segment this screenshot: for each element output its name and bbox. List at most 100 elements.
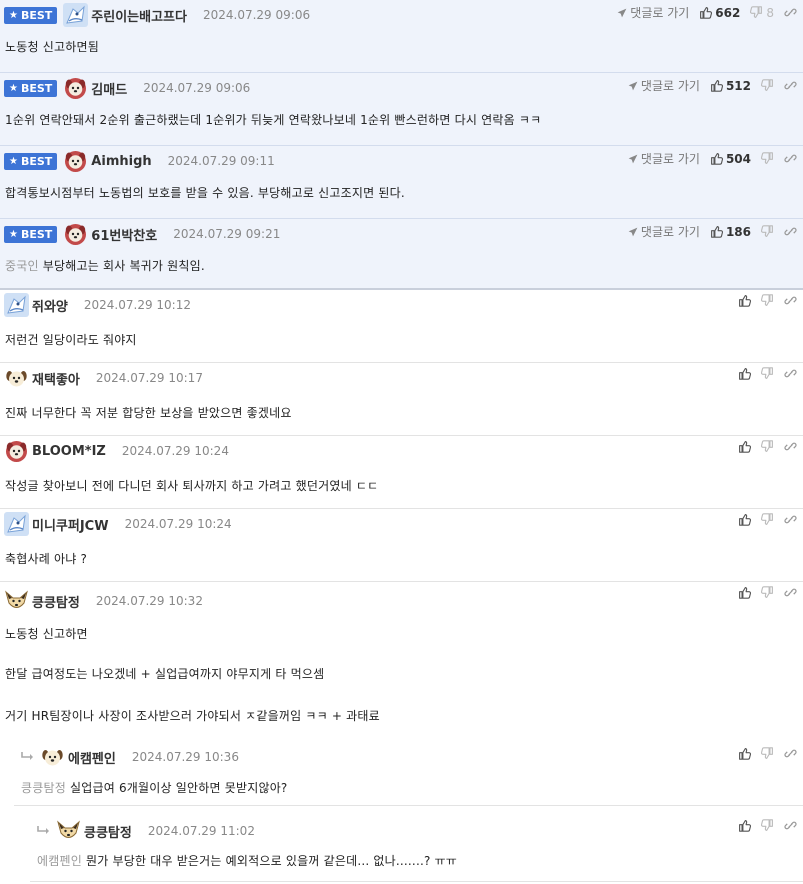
comment-actions	[738, 513, 797, 526]
star-icon: ★	[9, 82, 18, 94]
go-to-reply-link[interactable]: 댓글로 가기	[628, 150, 700, 167]
go-to-reply-link[interactable]: 댓글로 가기	[628, 223, 700, 240]
send-icon	[628, 227, 638, 237]
nickname[interactable]: 에캠펜인	[68, 748, 116, 767]
avatar[interactable]	[4, 589, 29, 613]
star-icon: ★	[9, 155, 18, 167]
link-icon[interactable]	[784, 79, 797, 92]
best-badge: ★ BEST	[4, 152, 58, 170]
comment-text: 중국인 부당해고는 회사 복귀가 원칙임.	[5, 259, 205, 273]
thumbs-up-icon[interactable]	[699, 6, 713, 19]
comment-header: 미니쿠퍼JCW 2024.07.29 10:24	[4, 509, 232, 539]
thumbs-up-icon[interactable]	[738, 586, 751, 599]
avatar[interactable]	[4, 293, 29, 317]
star-icon: ★	[9, 9, 18, 21]
comment-text-line: 거기 HR팀장이나 사장이 조사받으러 가야되서 ㅈ같을꺼임 ㅋㅋ + 과태료	[5, 709, 380, 723]
best-badge: ★ BEST	[4, 79, 58, 97]
comment-text: 저런건 일당이라도 줘야지	[5, 333, 137, 347]
link-icon[interactable]	[784, 152, 797, 165]
mention[interactable]: 킁킁탐정	[21, 781, 66, 795]
comment-actions	[738, 819, 797, 832]
comment-text: 작성글 찾아보니 전에 다니던 회사 퇴사까지 하고 가려고 했던거였네 ㄷㄷ	[5, 479, 379, 493]
nickname[interactable]: 김매드	[91, 79, 127, 98]
comment-date: 2024.07.29 10:36	[131, 750, 239, 764]
thumbs-down-icon[interactable]	[761, 747, 774, 760]
nickname[interactable]: 미니쿠퍼JCW	[32, 515, 109, 534]
link-icon[interactable]	[784, 586, 797, 599]
nickname[interactable]: 킁킁탐정	[32, 592, 80, 611]
link-icon[interactable]	[784, 440, 797, 453]
thumbs-up-icon[interactable]	[738, 294, 751, 307]
thumbs-down-icon[interactable]	[761, 440, 774, 453]
comment-date: 2024.07.29 10:24	[121, 444, 229, 458]
thumbs-up-icon[interactable]	[738, 513, 751, 526]
avatar[interactable]	[4, 439, 29, 463]
best-comment: ★ BEST 주린이는배고프다 2024.07.29 09:06 댓글로 가기 6…	[0, 0, 803, 73]
thumbs-down-icon[interactable]	[761, 367, 774, 380]
send-icon	[617, 8, 627, 18]
comment: 재택좋아 2024.07.29 10:17 진짜 너무한다 꼭 저분 합당한 보…	[0, 363, 803, 436]
go-to-reply-link[interactable]: 댓글로 가기	[628, 77, 700, 94]
comment-text: 에캠펜인 뭔가 부당한 대우 받은거는 예외적으로 있을꺼 같은데... 없나..…	[37, 854, 458, 868]
link-icon[interactable]	[784, 747, 797, 760]
best-comment: ★ BEST 61번박찬호 2024.07.29 09:21 댓글로 가기 186…	[0, 219, 803, 289]
like-count: 504	[725, 151, 751, 166]
thumbs-down-icon[interactable]	[761, 225, 774, 238]
avatar[interactable]	[63, 76, 88, 100]
link-icon[interactable]	[784, 367, 797, 380]
nickname[interactable]: 61번박찬호	[91, 225, 157, 244]
avatar[interactable]	[63, 222, 88, 246]
link-icon[interactable]	[784, 294, 797, 307]
mention[interactable]: 에캠펜인	[37, 854, 82, 868]
link-icon[interactable]	[784, 819, 797, 832]
thumbs-up-icon[interactable]	[738, 819, 751, 832]
nickname[interactable]: 킁킁탐정	[84, 822, 132, 841]
like-count: 186	[725, 224, 751, 239]
thumbs-up-icon[interactable]	[738, 747, 751, 760]
comment-date: 2024.07.29 10:32	[95, 594, 203, 608]
send-icon	[628, 154, 638, 164]
nickname[interactable]: 주린이는배고프다	[91, 6, 187, 25]
thumbs-up-icon[interactable]	[738, 367, 751, 380]
avatar[interactable]	[63, 149, 88, 173]
comment-text-line: 노동청 신고하면	[5, 627, 88, 641]
thumbs-up-icon[interactable]	[710, 225, 723, 238]
go-to-reply-link[interactable]: 댓글로 가기	[617, 4, 689, 21]
comment-actions	[738, 440, 797, 453]
dislike-count: 8	[766, 5, 774, 20]
thumbs-up-icon[interactable]	[738, 440, 751, 453]
avatar[interactable]	[56, 819, 81, 843]
thumbs-down-icon[interactable]	[761, 294, 774, 307]
comment-header: ★ BEST Aimhigh 2024.07.29 09:11	[4, 146, 275, 176]
thumbs-down-icon[interactable]	[750, 6, 763, 19]
thumbs-down-icon[interactable]	[761, 819, 774, 832]
comment-actions	[738, 747, 797, 760]
mention[interactable]: 중국인	[5, 259, 39, 273]
nickname[interactable]: Aimhigh	[91, 154, 151, 169]
comment-actions: 댓글로 가기 504	[628, 150, 797, 167]
comment-text: 축협사례 아냐 ?	[5, 552, 88, 566]
thumbs-down-icon[interactable]	[761, 79, 774, 92]
avatar[interactable]	[40, 745, 65, 769]
reply-arrow-icon	[36, 825, 52, 837]
thumbs-down-icon[interactable]	[761, 586, 774, 599]
best-comment: ★ BEST Aimhigh 2024.07.29 09:11 댓글로 가기 50…	[0, 146, 803, 219]
thumbs-up-icon[interactable]	[710, 79, 723, 92]
reply-comment: 에캠펜인 2024.07.29 10:36 킁킁탐정 실업급여 6개월이상 일안하…	[14, 736, 803, 806]
comment-date: 2024.07.29 09:11	[167, 154, 275, 168]
avatar[interactable]	[4, 366, 29, 390]
nickname[interactable]: 재택좋아	[32, 369, 80, 388]
link-icon[interactable]	[784, 225, 797, 238]
avatar[interactable]	[63, 3, 89, 27]
nickname[interactable]: BLOOM*IZ	[32, 444, 106, 459]
thumbs-up-icon[interactable]	[710, 152, 723, 165]
avatar[interactable]	[4, 512, 29, 536]
thumbs-down-icon[interactable]	[761, 513, 774, 526]
thumbs-down-icon[interactable]	[761, 152, 774, 165]
link-icon[interactable]	[784, 6, 797, 19]
link-icon[interactable]	[784, 513, 797, 526]
reply-comment: 킁킁탐정 2024.07.29 11:02 에캠펜인 뭔가 부당한 대우 받은거는…	[30, 806, 803, 882]
comment-header: ★ BEST 61번박찬호 2024.07.29 09:21	[4, 219, 280, 249]
comment-list: ★ BEST 주린이는배고프다 2024.07.29 09:06 댓글로 가기 6…	[0, 0, 803, 884]
nickname[interactable]: 쥐와양	[32, 296, 68, 315]
